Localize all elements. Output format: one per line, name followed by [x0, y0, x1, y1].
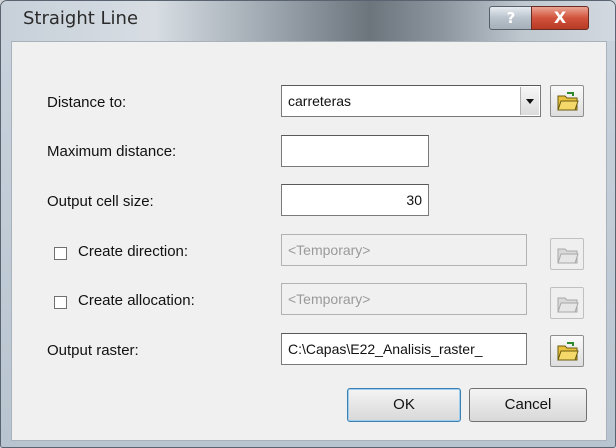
- dialog-body: Distance to: carreteras Maximum distance…: [11, 41, 607, 441]
- dialog-window: Straight Line ? X Distance to: carretera…: [0, 0, 616, 448]
- output-raster-label: Output raster:: [47, 342, 139, 359]
- create-allocation-checkbox[interactable]: [54, 296, 67, 309]
- create-direction-label: Create direction:: [78, 243, 189, 260]
- open-folder-icon: [557, 297, 579, 313]
- close-button[interactable]: X: [531, 6, 589, 30]
- open-folder-icon: [557, 248, 579, 264]
- help-button[interactable]: ?: [489, 6, 533, 30]
- create-allocation-browse-button[interactable]: [550, 287, 584, 319]
- create-allocation-input[interactable]: <Temporary>: [281, 283, 527, 315]
- create-direction-browse-button[interactable]: [550, 238, 584, 270]
- help-icon: ?: [506, 9, 516, 27]
- create-direction-checkbox[interactable]: [54, 247, 67, 260]
- distance-to-label: Distance to:: [47, 94, 127, 111]
- output-cell-size-input[interactable]: 30: [281, 184, 429, 216]
- open-folder-icon: [557, 92, 579, 111]
- create-direction-input[interactable]: <Temporary>: [281, 234, 527, 266]
- maximum-distance-input[interactable]: [281, 135, 429, 167]
- distance-to-browse-button[interactable]: [550, 85, 584, 117]
- cancel-button[interactable]: Cancel: [469, 388, 587, 422]
- distance-to-value: carreteras: [288, 93, 352, 109]
- ok-button[interactable]: OK: [347, 388, 461, 422]
- distance-to-dropdown[interactable]: carreteras: [281, 85, 541, 117]
- title-bar[interactable]: Straight Line ? X: [1, 1, 615, 41]
- output-cell-size-label: Output cell size:: [47, 193, 154, 210]
- chevron-down-icon[interactable]: [520, 87, 539, 115]
- open-folder-icon: [557, 342, 579, 361]
- output-raster-browse-button[interactable]: [550, 335, 584, 367]
- window-title: Straight Line: [23, 8, 139, 29]
- create-allocation-label: Create allocation:: [78, 292, 195, 309]
- maximum-distance-label: Maximum distance:: [47, 143, 177, 160]
- output-raster-input[interactable]: C:\Capas\E22_Analisis_raster_: [281, 333, 527, 365]
- close-icon: X: [553, 8, 567, 27]
